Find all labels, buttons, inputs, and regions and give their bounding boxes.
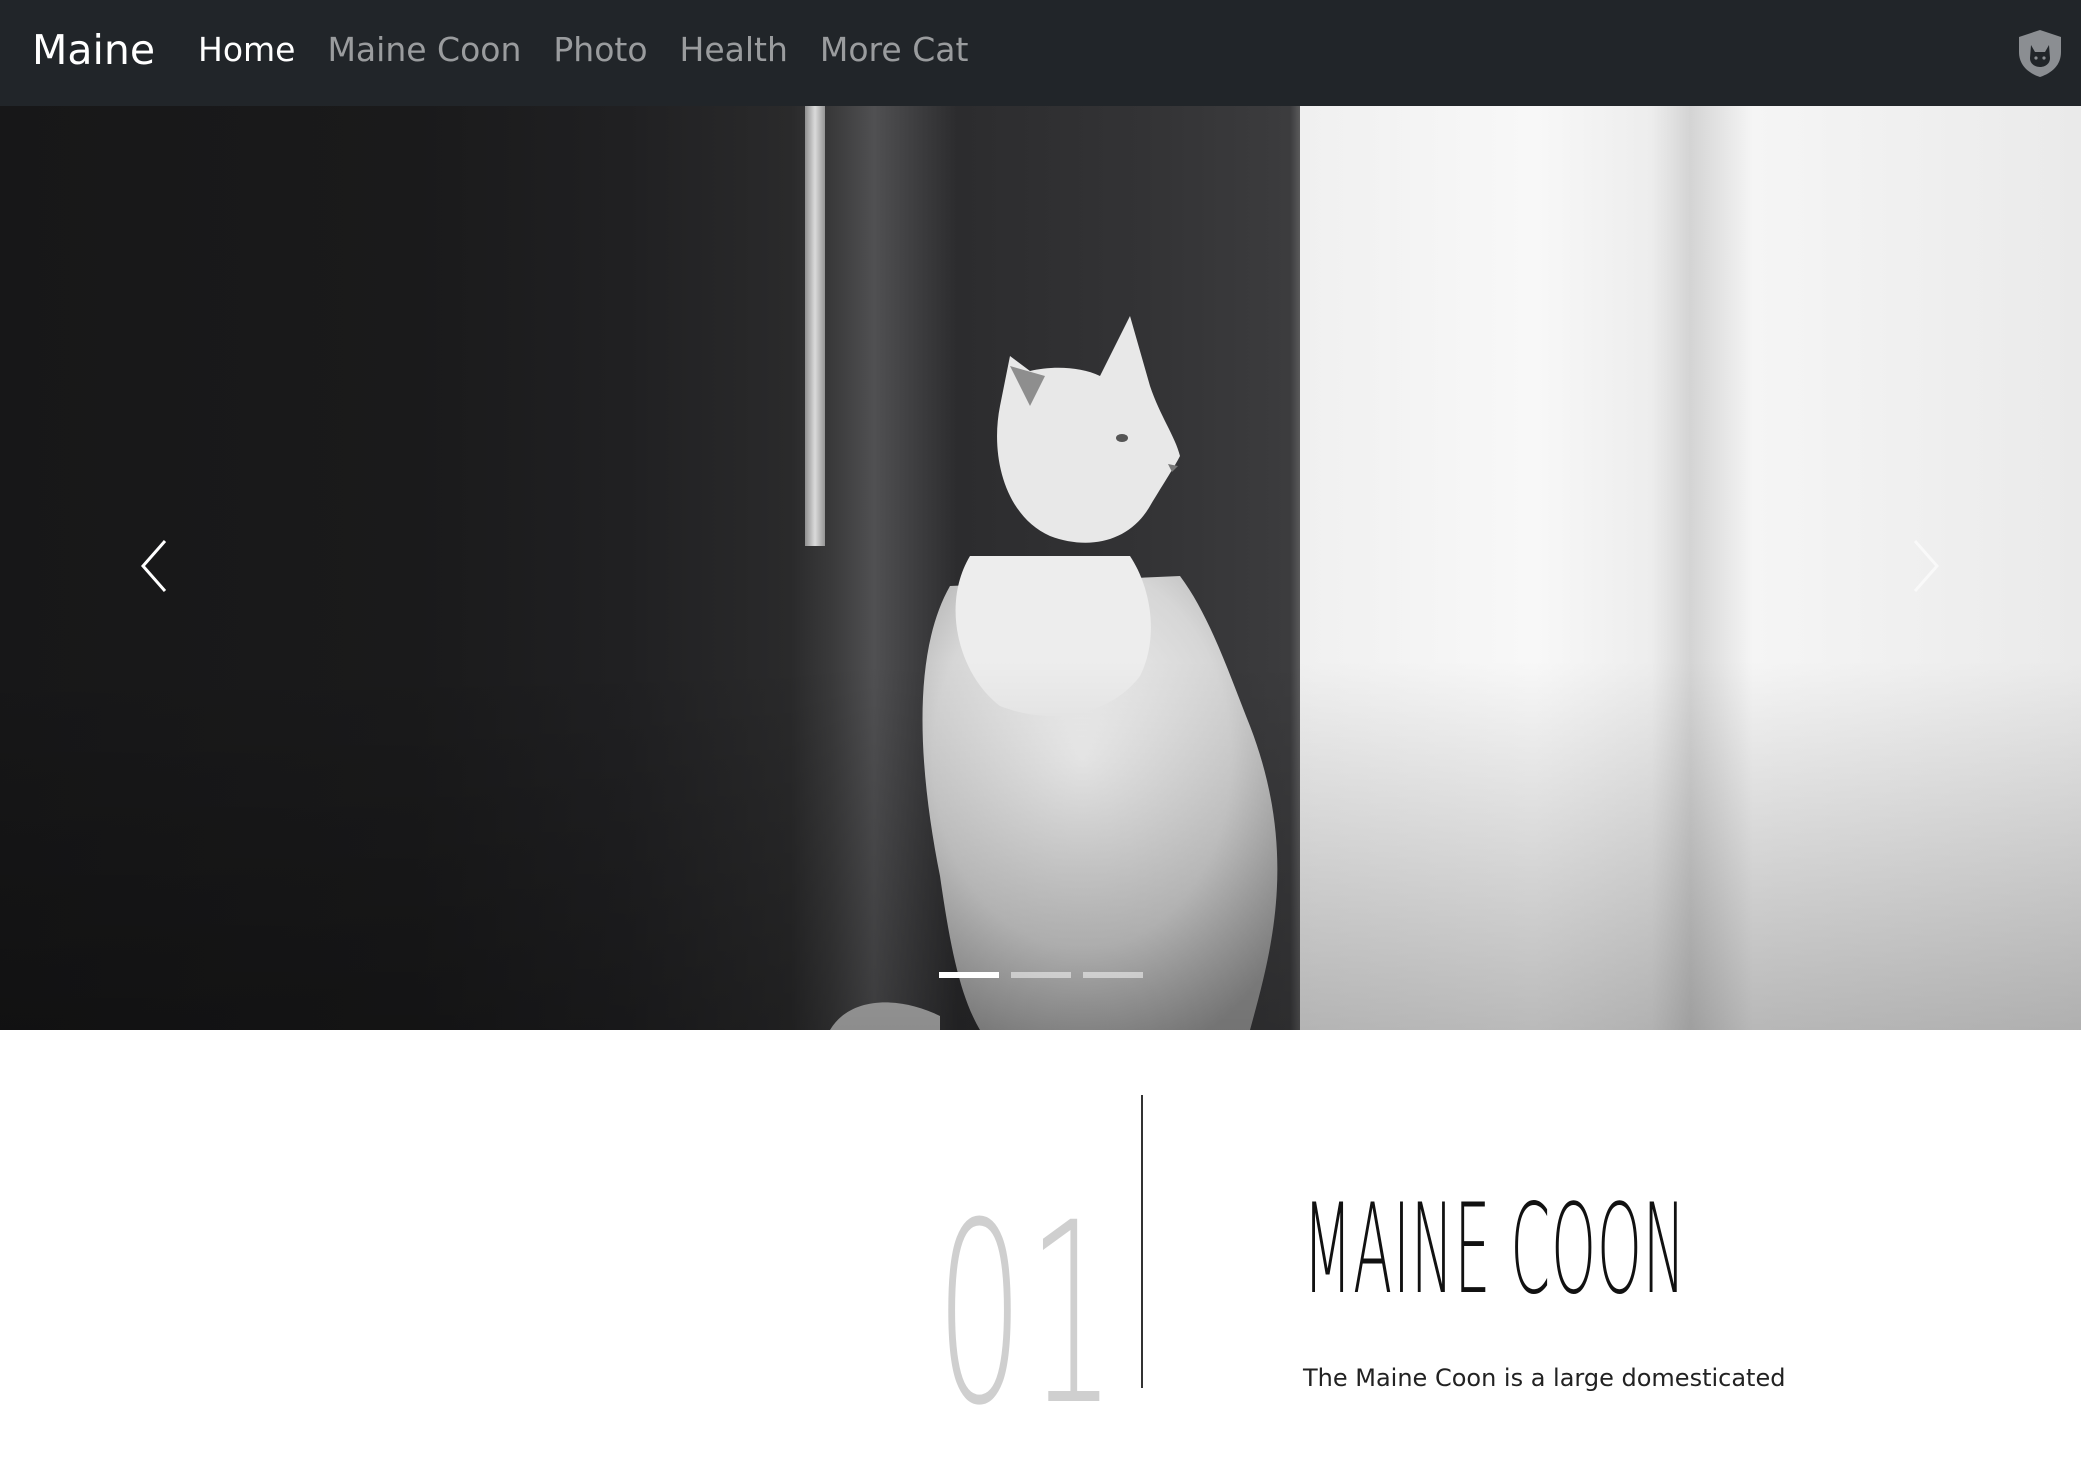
feature-text: The Maine Coon is a large domesticated (1303, 1364, 1786, 1392)
nav-link-home[interactable]: Home (198, 24, 295, 76)
feature-number: 01 (936, 1169, 1120, 1460)
carousel-prev-button[interactable] (115, 526, 195, 606)
nav-links: Home Maine Coon Photo Health More Cat (198, 24, 1000, 76)
nav-link-health[interactable]: Health (680, 24, 788, 76)
carousel-indicators (939, 972, 1155, 978)
slide-shade (0, 106, 2081, 1030)
cat-shield-icon[interactable] (2015, 28, 2065, 78)
chevron-right-icon (1913, 540, 1939, 592)
nav-link-more-cat[interactable]: More Cat (820, 24, 969, 76)
carousel-next-button[interactable] (1885, 526, 1965, 606)
feature-section: 01 MAINE COON The Maine Coon is a large … (0, 1030, 2081, 1440)
carousel-indicator-2[interactable] (1011, 972, 1071, 978)
hero-carousel (0, 106, 2081, 1030)
nav-link-maine-coon[interactable]: Maine Coon (327, 24, 521, 76)
feature-divider (1141, 1095, 1143, 1388)
feature-title: MAINE COON (1303, 1178, 1687, 1322)
nav-link-photo[interactable]: Photo (553, 24, 647, 76)
carousel-indicator-3[interactable] (1083, 972, 1143, 978)
carousel-indicator-1[interactable] (939, 972, 999, 978)
chevron-left-icon (141, 540, 167, 592)
navbar: Maine Home Maine Coon Photo Health More … (0, 0, 2081, 106)
brand-link[interactable]: Maine (32, 22, 155, 78)
